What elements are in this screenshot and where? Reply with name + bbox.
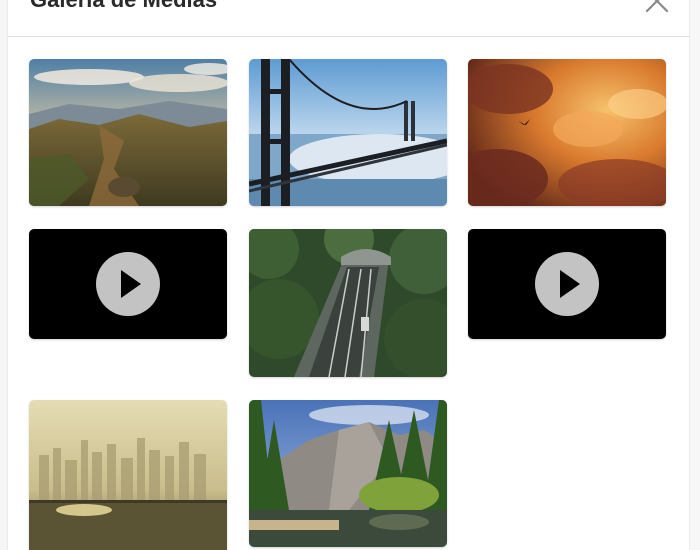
play-icon[interactable] (96, 252, 160, 316)
close-icon (645, 0, 669, 13)
gallery-item-mountain-landscape[interactable] (29, 59, 227, 206)
mountain-landscape-image (29, 59, 227, 206)
modal-left-edge (0, 0, 8, 550)
close-button[interactable] (642, 0, 672, 16)
play-icon[interactable] (535, 252, 599, 316)
gallery-item-video-1[interactable] (29, 229, 227, 339)
yosemite-image (249, 400, 447, 547)
media-gallery-dialog: Galeria de Medias (0, 0, 700, 550)
gallery-item-golden-gate-bridge[interactable] (249, 59, 447, 206)
gallery-item-orange-clouds[interactable] (468, 59, 666, 206)
hazy-city-image (29, 400, 227, 550)
gallery-item-hazy-city[interactable] (29, 400, 227, 550)
gallery-item-video-2[interactable] (468, 229, 666, 339)
forest-tunnel-image (249, 229, 447, 377)
dialog-title: Galeria de Medias (30, 0, 217, 13)
dialog-header: Galeria de Medias (8, 0, 690, 37)
orange-clouds-image (468, 59, 666, 206)
gallery-item-yosemite[interactable] (249, 400, 447, 547)
gallery-item-forest-tunnel[interactable] (249, 229, 447, 377)
modal-right-edge (689, 0, 700, 550)
golden-gate-bridge-image (249, 59, 447, 206)
